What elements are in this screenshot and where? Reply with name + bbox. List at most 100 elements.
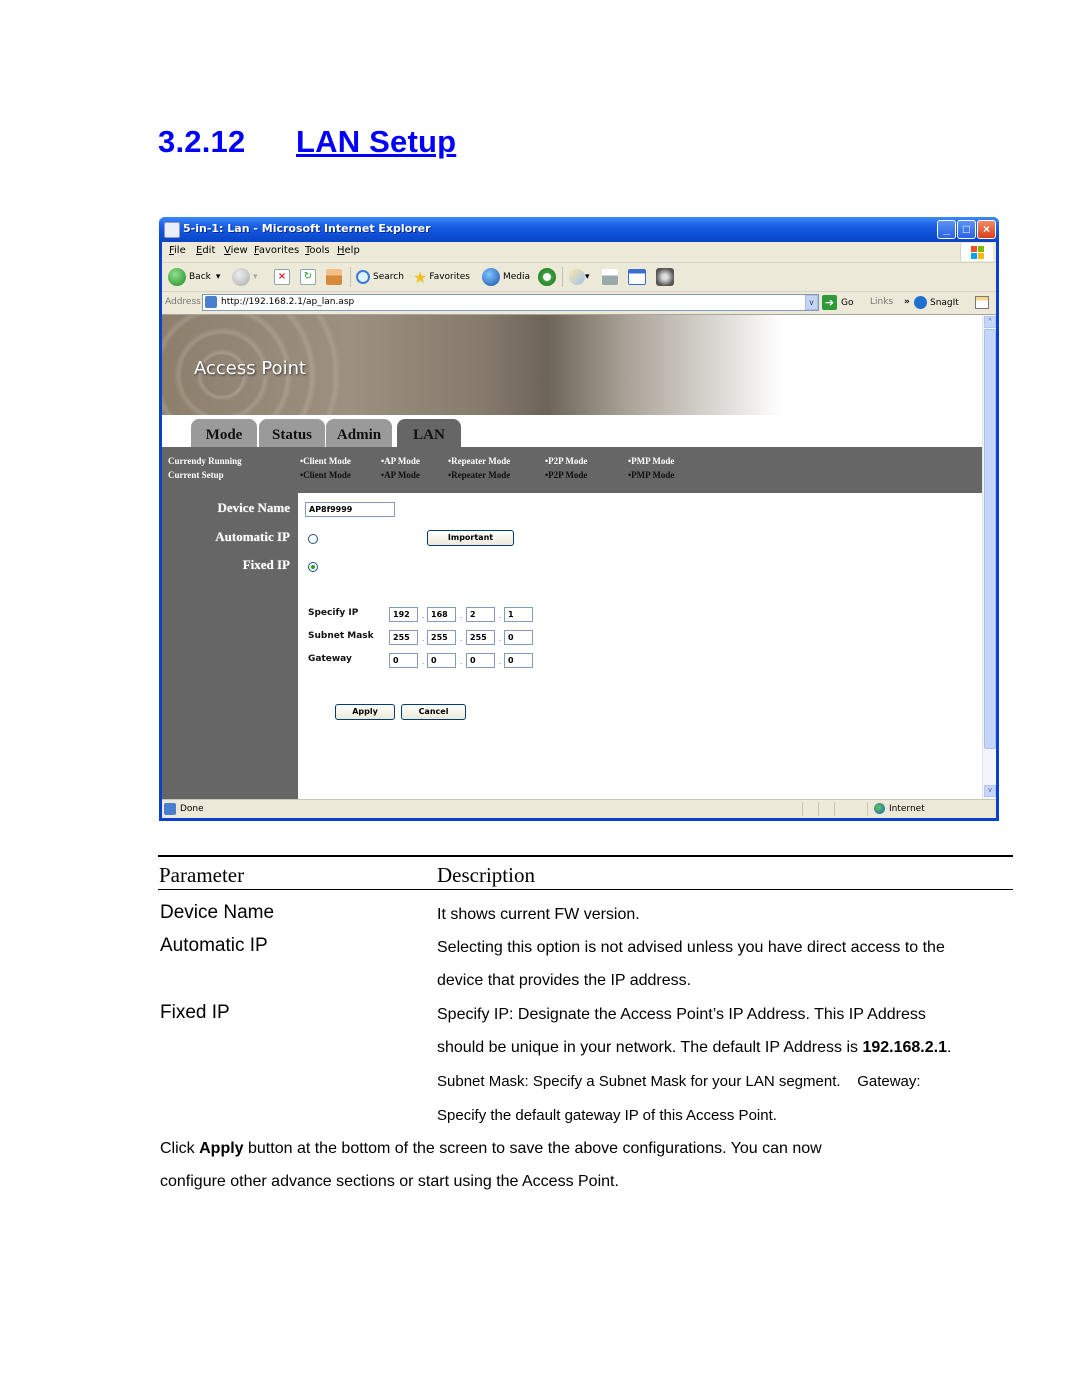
menu-tools[interactable]: Tools	[305, 245, 330, 256]
gateway-octet-1[interactable]	[389, 653, 418, 668]
gateway-octet-4[interactable]	[504, 653, 533, 668]
maximize-button[interactable]: □	[957, 220, 976, 239]
tab-mode[interactable]: Mode	[191, 419, 257, 447]
go-arrow-icon: ➔	[822, 295, 837, 310]
forward-button[interactable]: ▾	[232, 267, 258, 287]
close-button[interactable]: ×	[977, 220, 996, 239]
snagit-icon	[914, 296, 927, 309]
browser-window: 5-in-1: Lan - Microsoft Internet Explore…	[159, 217, 999, 821]
favorites-button[interactable]: ★ Favorites	[413, 267, 470, 287]
specify-ip-octet-3[interactable]	[466, 607, 495, 622]
menu-file[interactable]: File	[169, 245, 186, 256]
media-button[interactable]: Media	[482, 267, 530, 287]
specify-ip-octet-4[interactable]	[504, 607, 533, 622]
scroll-thumb[interactable]	[984, 329, 996, 749]
back-button[interactable]: Back ▾	[168, 267, 220, 287]
subnet-mask-octet-4[interactable]	[504, 630, 533, 645]
param-automatic-ip: Automatic IP	[160, 935, 268, 956]
nav-tabs: Mode Status Admin LAN	[162, 417, 996, 447]
favorites-star-icon: ★	[413, 267, 428, 287]
section-number: 3.2.12	[158, 124, 246, 159]
edit-button[interactable]	[628, 267, 646, 287]
specify-ip-octet-1[interactable]	[389, 607, 418, 622]
print-button[interactable]	[602, 267, 618, 287]
section-title: LAN Setup	[296, 124, 457, 159]
desc-device-name: It shows current FW version.	[437, 906, 640, 923]
snagit-capture-icon[interactable]	[974, 296, 989, 309]
status-separator	[802, 802, 803, 816]
scroll-down-button[interactable]: v	[984, 785, 996, 797]
subnet-mask-octet-1[interactable]	[389, 630, 418, 645]
favorites-label: Favorites	[429, 272, 470, 282]
setup-pmp-mode: •PMP Mode	[628, 470, 675, 480]
minimize-button[interactable]: _	[937, 220, 956, 239]
label-column: Device Name Automatic IP Fixed IP	[162, 493, 298, 799]
go-button[interactable]: ➔ Go	[822, 295, 853, 310]
important-button[interactable]: Important	[427, 530, 514, 546]
table-header-rule	[158, 889, 1013, 890]
tab-status[interactable]: Status	[259, 419, 325, 447]
address-dropdown-button[interactable]: v	[805, 295, 818, 310]
vertical-scrollbar[interactable]: ^ v	[982, 315, 996, 799]
ip-dot: .	[499, 657, 502, 666]
snagit-label: SnagIt	[930, 297, 959, 308]
ip-dot: .	[460, 634, 463, 643]
device-name-input[interactable]	[305, 502, 395, 517]
mail-dropdown-icon[interactable]: ▾	[585, 272, 590, 282]
footer-apply-bold: Apply	[199, 1140, 244, 1157]
snagit-button[interactable]: SnagIt	[914, 296, 989, 309]
cancel-button[interactable]: Cancel	[401, 704, 466, 720]
scroll-up-button[interactable]: ^	[984, 316, 996, 328]
running-pmp-mode: •PMP Mode	[628, 456, 675, 466]
apply-button[interactable]: Apply	[335, 704, 395, 720]
footer-paragraph-line1: Click Apply button at the bottom of the …	[160, 1140, 822, 1158]
period: .	[946, 1039, 952, 1056]
desc-fixed-ip-line2: should be unique in your network. The de…	[437, 1039, 951, 1057]
history-button[interactable]	[538, 267, 559, 287]
running-p2p-mode: •P2P Mode	[545, 456, 588, 466]
gateway-octet-3[interactable]	[466, 653, 495, 668]
address-input[interactable]: http://192.168.2.1/ap_lan.asp	[202, 294, 819, 311]
home-button[interactable]	[326, 267, 342, 287]
mode-status-bar: Currendy Running •Client Mode •AP Mode •…	[162, 447, 982, 493]
search-button[interactable]: Search	[356, 267, 404, 287]
menu-edit[interactable]: Edit	[196, 245, 215, 256]
tab-lan[interactable]: LAN	[397, 419, 461, 447]
subnet-mask-octet-3[interactable]	[466, 630, 495, 645]
media-label: Media	[503, 272, 531, 282]
automatic-ip-label: Automatic IP	[215, 529, 290, 544]
menu-bar: File Edit View Favorites Tools Help	[162, 242, 996, 263]
page-icon	[205, 296, 217, 308]
running-repeater-mode: •Repeater Mode	[448, 456, 511, 466]
gateway-octet-2[interactable]	[427, 653, 456, 668]
menu-favorites[interactable]: Favorites	[254, 245, 299, 256]
mail-button[interactable]: ▾	[569, 267, 590, 287]
messenger-button[interactable]	[656, 267, 674, 287]
links-button[interactable]: Links »	[870, 297, 910, 307]
subnet-mask-octet-2[interactable]	[427, 630, 456, 645]
menu-view[interactable]: View	[224, 245, 248, 256]
status-separator	[818, 802, 819, 816]
back-label: Back	[189, 272, 211, 282]
running-client-mode: •Client Mode	[300, 456, 351, 466]
subnet-mask-label: Subnet Mask	[308, 631, 374, 641]
desc-fixed-ip-text: should be unique in your network. The de…	[437, 1039, 863, 1056]
stop-button[interactable]: ×	[274, 267, 290, 287]
section-heading: 3.2.12 LAN Setup	[158, 124, 456, 160]
page-viewport: Access Point Mode Status Admin LAN Curre…	[162, 315, 996, 799]
specify-ip-octet-2[interactable]	[427, 607, 456, 622]
status-text: Done	[180, 804, 204, 814]
tab-admin[interactable]: Admin	[326, 419, 392, 447]
setup-ap-mode: •AP Mode	[381, 470, 420, 480]
automatic-ip-radio[interactable]	[308, 534, 318, 544]
refresh-button[interactable]: ↻	[300, 267, 316, 287]
fixed-ip-radio[interactable]	[308, 562, 318, 572]
ip-dot: .	[499, 634, 502, 643]
internet-zone-globe-icon	[874, 803, 885, 814]
edit-icon	[628, 269, 646, 285]
header-description: Description	[437, 863, 535, 887]
media-globe-icon	[482, 268, 500, 286]
address-label: Address	[165, 297, 201, 307]
menu-help[interactable]: Help	[337, 245, 360, 256]
back-dropdown-icon[interactable]: ▾	[216, 272, 221, 282]
